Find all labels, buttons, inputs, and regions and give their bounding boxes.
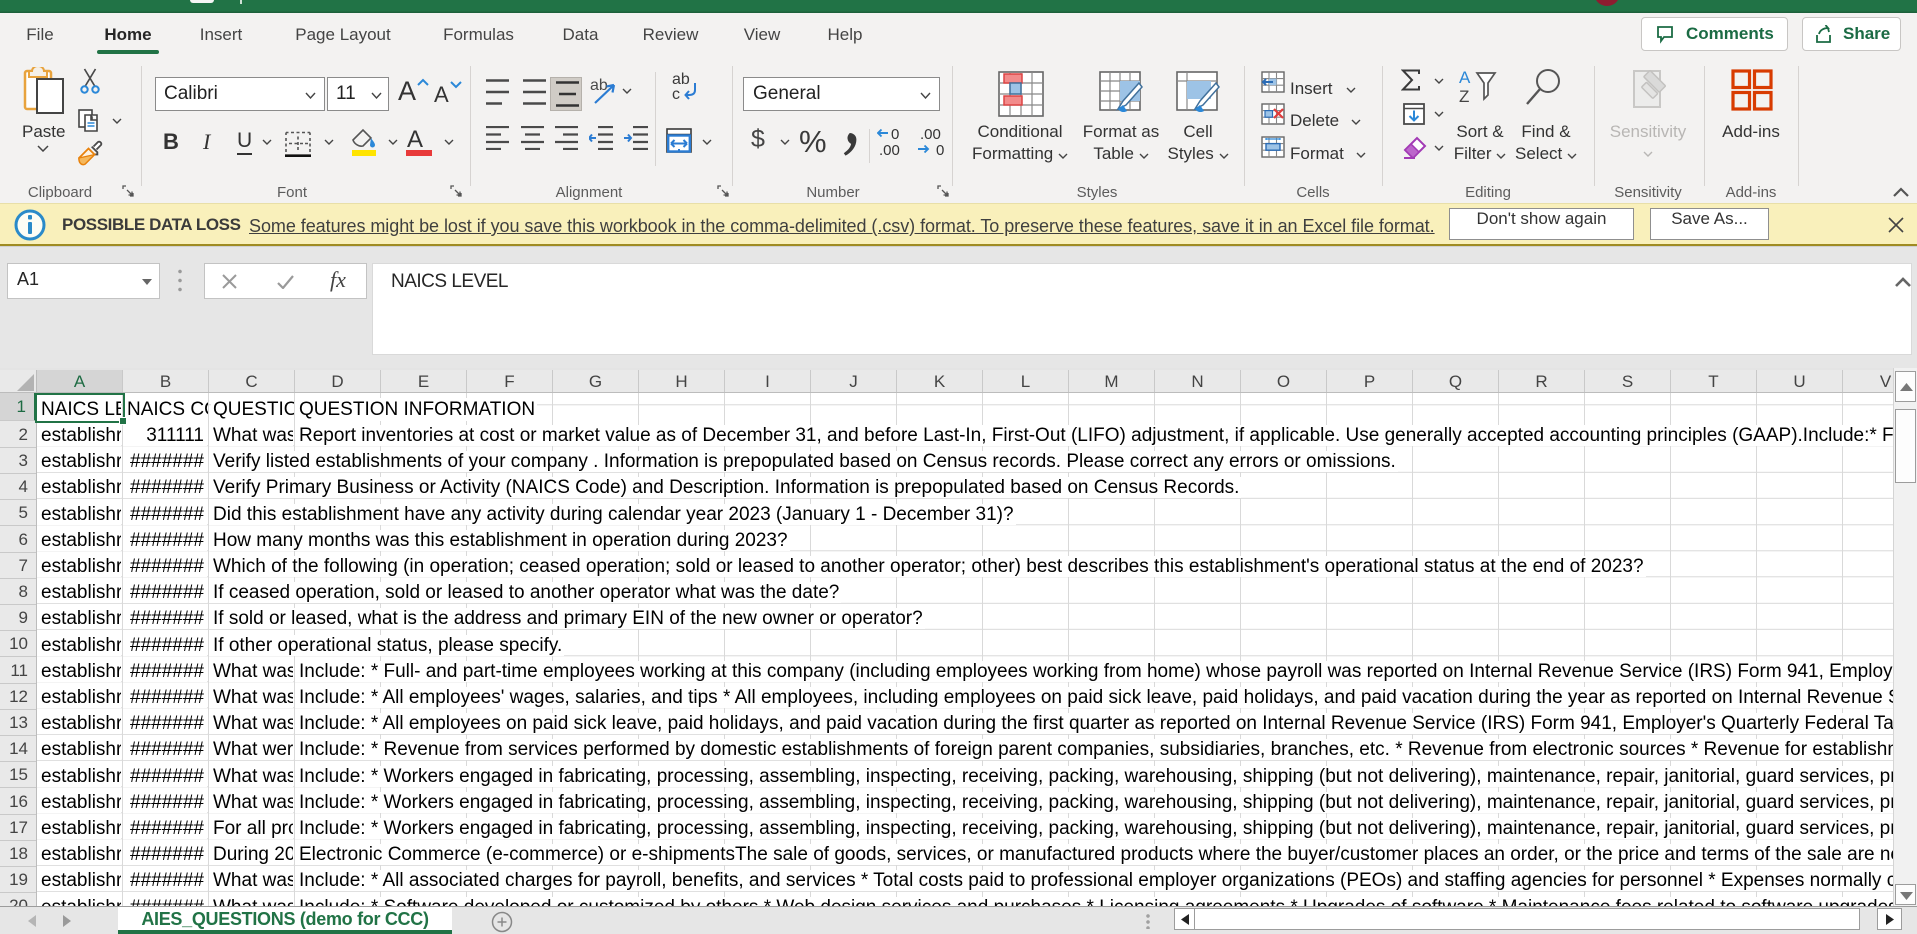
svg-text:A: A (1459, 69, 1471, 87)
svg-text:c: c (672, 86, 680, 103)
svg-text:.00: .00 (920, 127, 941, 143)
svg-text:0: 0 (936, 142, 944, 157)
svg-text:ab: ab (590, 77, 608, 94)
svg-text:Z: Z (1459, 87, 1469, 106)
svg-text:0: 0 (891, 127, 899, 143)
svg-text:.00: .00 (879, 142, 900, 157)
